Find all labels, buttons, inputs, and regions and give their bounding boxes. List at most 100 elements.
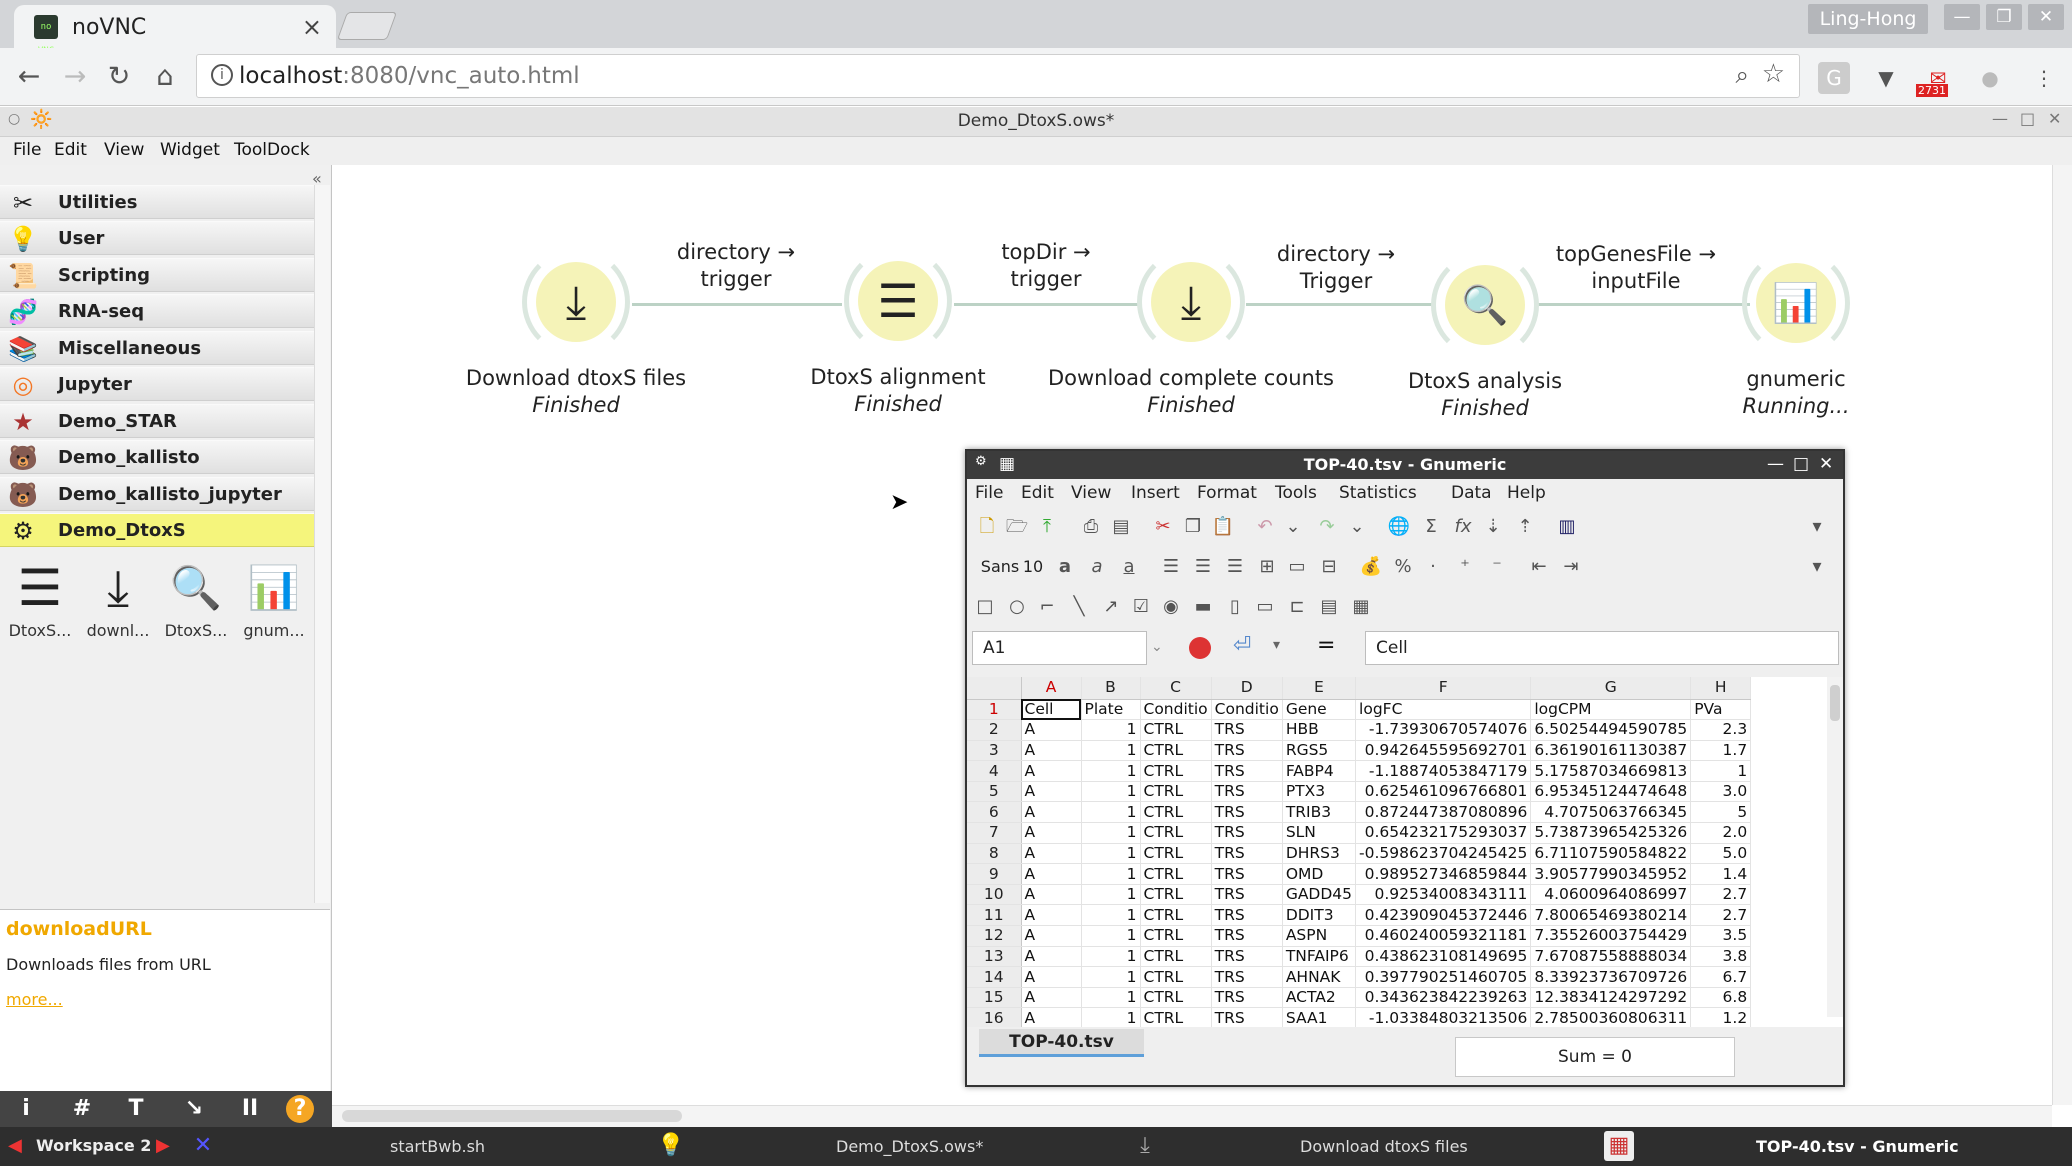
task-startbwb[interactable]: startBwb.sh [390, 1137, 485, 1156]
cell[interactable]: CTRL [1140, 801, 1212, 824]
cell[interactable]: A [1021, 801, 1082, 824]
copy-icon[interactable]: ❐ [1179, 513, 1207, 541]
redo-icon[interactable]: ↷ [1313, 513, 1341, 541]
toolbar-overflow-icon[interactable]: ▾ [1803, 553, 1831, 581]
row-header[interactable]: 14 [967, 966, 1022, 988]
cell[interactable]: CTRL [1140, 719, 1212, 741]
gmenu-help[interactable]: Help [1507, 483, 1546, 503]
cell[interactable]: A [1021, 843, 1082, 865]
cell[interactable]: OMD [1282, 863, 1357, 885]
gmenu-format[interactable]: Format [1197, 483, 1257, 503]
formula-input[interactable]: Cell [1365, 631, 1839, 665]
decrease-decimals-icon[interactable]: ⁻ [1483, 553, 1511, 581]
namebox-dropdown-icon[interactable]: ⌄ [1151, 639, 1163, 655]
print-preview-icon[interactable]: ▤ [1107, 513, 1135, 541]
cell[interactable]: TRS [1211, 925, 1283, 947]
row-header[interactable]: 16 [967, 1007, 1022, 1027]
cell[interactable]: -1.73930670574076 [1355, 719, 1532, 741]
cell[interactable]: 1 [1081, 781, 1141, 803]
row-header[interactable]: 5 [967, 781, 1022, 803]
task-demo-dtoxs[interactable]: Demo_DtoxS.ows* [836, 1137, 983, 1156]
function-icon[interactable]: fx [1449, 513, 1477, 541]
cell[interactable]: A [1021, 925, 1082, 947]
cell[interactable]: 3.0 [1690, 781, 1752, 803]
sheet-tab[interactable]: TOP-40.tsv [979, 1029, 1144, 1057]
cell[interactable]: 6.7 [1690, 966, 1752, 988]
cell[interactable]: TRS [1211, 719, 1283, 741]
cell[interactable]: Cell [1021, 699, 1082, 721]
undo-icon[interactable]: ↶ [1251, 513, 1279, 541]
row-header[interactable]: 6 [967, 801, 1022, 824]
cell[interactable]: 5.73873965425326 [1530, 822, 1692, 844]
browser-tab[interactable]: no VNC noVNC × [14, 5, 336, 56]
grid-icon[interactable]: # [64, 1091, 100, 1127]
cell[interactable]: CTRL [1140, 946, 1212, 968]
cell[interactable]: 0.654232175293037 [1355, 822, 1532, 844]
center-across-icon[interactable]: ▭ [1283, 553, 1311, 581]
sheet-vertical-scrollbar[interactable] [1827, 677, 1843, 1017]
cell[interactable]: TRIB3 [1282, 801, 1357, 824]
paste-icon[interactable]: 📋 [1209, 513, 1237, 541]
tool-download[interactable]: ⤓ downl... [80, 555, 156, 640]
ellipse-icon[interactable]: ○ [1003, 593, 1031, 621]
cell[interactable]: 2.78500360806311 [1530, 1007, 1692, 1027]
cell[interactable]: 2.0 [1690, 822, 1752, 844]
cell[interactable]: RGS5 [1282, 740, 1357, 762]
help-icon[interactable]: ? [286, 1095, 314, 1123]
cell[interactable]: 8.33923736709726 [1530, 966, 1692, 988]
link-line[interactable] [632, 303, 842, 306]
menu-view[interactable]: View [104, 140, 144, 160]
cell[interactable]: 3.5 [1690, 925, 1752, 947]
accept-edit-icon[interactable]: ⏎ [1233, 633, 1251, 658]
gmenu-statistics[interactable]: Statistics [1339, 483, 1417, 503]
cell[interactable]: 1 [1081, 946, 1141, 968]
cell[interactable]: TRS [1211, 904, 1283, 927]
cell[interactable]: 1 [1690, 760, 1752, 782]
cell[interactable]: 1 [1081, 760, 1141, 782]
spreadsheet-grid[interactable]: A B C D E F G H 1 Cell Plate Conditio Conditio Gene lo… [967, 677, 1843, 1027]
link-label[interactable]: topGenesFile → inputFile [1546, 241, 1726, 295]
gnumeric-minimize-button[interactable]: — [1767, 454, 1784, 474]
cell[interactable]: TRS [1211, 843, 1283, 865]
cut-icon[interactable]: ✂ [1149, 513, 1177, 541]
cell[interactable]: CTRL [1140, 740, 1212, 762]
row-header[interactable]: 11 [967, 904, 1022, 927]
forward-arrow-icon[interactable]: → [56, 58, 94, 96]
gnumeric-maximize-button[interactable]: □ [1793, 454, 1809, 474]
insert-chart-icon[interactable]: ▥ [1553, 513, 1581, 541]
cell[interactable]: TRS [1211, 760, 1283, 782]
cell[interactable]: PVa [1690, 699, 1752, 721]
cell[interactable]: Conditio [1211, 699, 1283, 721]
cell[interactable]: CTRL [1140, 781, 1212, 803]
workspace-next-icon[interactable]: ▶ [156, 1135, 170, 1156]
cell[interactable]: 5.17587034669813 [1530, 760, 1692, 782]
cell[interactable]: TRS [1211, 822, 1283, 844]
app-close-button[interactable]: ✕ [2048, 109, 2061, 128]
gmenu-file[interactable]: File [975, 483, 1003, 503]
row-header[interactable]: 4 [967, 760, 1022, 782]
cell[interactable]: 1 [1081, 925, 1141, 947]
tool-gnumeric[interactable]: 📊 gnum... [236, 555, 312, 640]
cell[interactable]: CTRL [1140, 843, 1212, 865]
rectangle-icon[interactable]: □ [971, 593, 999, 621]
help-more-link[interactable]: more... [6, 990, 63, 1009]
category-miscellaneous[interactable]: 📚 Miscellaneous [0, 331, 314, 365]
checkbox-icon[interactable]: ☑ [1127, 593, 1155, 621]
column-header[interactable]: A [1021, 677, 1082, 700]
cell[interactable]: ASPN [1282, 925, 1357, 947]
column-header[interactable]: G [1530, 677, 1692, 700]
scrollbar-widget-icon[interactable]: ▯ [1221, 593, 1249, 621]
cell[interactable]: A [1021, 760, 1082, 782]
extension-circle-icon[interactable]: ● [1974, 62, 2006, 94]
split-cells-icon[interactable]: ⊟ [1315, 553, 1343, 581]
cell[interactable]: Gene [1282, 699, 1357, 721]
cell[interactable]: 3.8 [1690, 946, 1752, 968]
cell[interactable]: 4.7075063766345 [1530, 801, 1692, 824]
home-icon[interactable]: ⌂ [146, 58, 184, 96]
button-widget-icon[interactable]: ▬ [1189, 593, 1217, 621]
cell[interactable]: CTRL [1140, 884, 1212, 906]
gnumeric-close-button[interactable]: ✕ [1819, 454, 1833, 474]
print-icon[interactable]: ⎙ [1077, 513, 1105, 541]
save-icon[interactable]: ⤒ [1033, 513, 1061, 541]
cell[interactable]: -1.18874053847179 [1355, 760, 1532, 782]
